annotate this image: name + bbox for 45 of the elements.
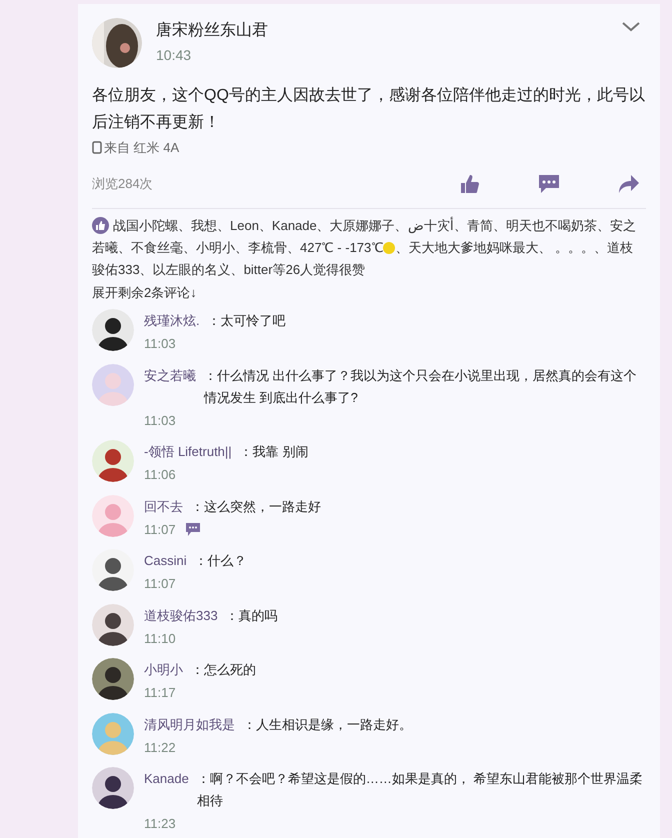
- comment-time: 11:10: [144, 630, 176, 648]
- author-name[interactable]: 唐宋粉丝东山君: [156, 20, 608, 42]
- likes-text: 战国小陀螺、我想、Leon、Kanade、大原娜娜子、ض十灾أ、青简、明天也不喝奶茶、安之: [113, 216, 636, 236]
- post-text: 各位朋友，这个QQ号的主人因故去世了，感谢各位陪伴他走过的时光，此号以后注销不再更新！: [92, 86, 646, 133]
- chevron-down-icon[interactable]: [622, 22, 640, 32]
- comment-text: ：什么情况 出什么事了？我以为这个只会在小说里出现，居然真的会有这个情况发生 到底出什么事了?: [204, 366, 638, 406]
- commenter-name[interactable]: 残瑾沐炫.: [144, 310, 200, 332]
- comment-text: ：啊？不会吧？希望这是假的……如果是真的， 希望东山君能被那个世界温柔相待: [196, 770, 644, 810]
- comment-text: ：我靠 别闹: [240, 443, 310, 461]
- emoji-icon: [383, 242, 396, 254]
- expand-comments-link[interactable]: 展开剩余2条评论↓: [92, 282, 197, 302]
- comment-text: ：人生相识是缘，一路走好。: [243, 716, 413, 734]
- comment-icon[interactable]: [538, 174, 560, 194]
- likes-text: 、天大地大爹地妈咪最大、 。。。、道枝: [395, 238, 633, 256]
- comment-time: 11:03: [144, 335, 176, 353]
- comment-time: 11:17: [144, 684, 176, 702]
- comment-time: 11:06: [144, 466, 176, 484]
- thumbs-up-icon[interactable]: [460, 174, 480, 194]
- likes-text: 骏佑333、以左眼的名义、bitter等26人觉得很赞: [92, 260, 366, 278]
- commenter-name[interactable]: Cassini: [144, 550, 187, 572]
- commenter-name[interactable]: Kanade: [144, 768, 189, 812]
- comment-time: 11:07: [144, 520, 176, 538]
- comment-time: 11:22: [144, 738, 176, 756]
- commenter-name[interactable]: 回不去: [144, 496, 183, 518]
- commenter-name[interactable]: 安之若曦: [144, 364, 196, 408]
- comment-time: 11:23: [144, 815, 176, 833]
- view-count: 浏览284次: [92, 174, 154, 193]
- commenter-name[interactable]: -领悟 Lifetruth||: [144, 441, 232, 463]
- comment-time: 11:03: [144, 412, 176, 430]
- phone-icon: [92, 141, 102, 154]
- comment-text: ：这么突然，一路走好: [191, 498, 322, 516]
- comment-text: ：怎么死的: [191, 661, 257, 679]
- likes-text: 若曦、不食丝毫、小明小、李梳骨、427℃ - -173℃: [92, 238, 384, 256]
- commenter-name[interactable]: 小明小: [144, 659, 183, 681]
- comment-text: ：真的吗: [226, 606, 279, 624]
- commenter-name[interactable]: 道枝骏佑333: [144, 604, 218, 626]
- commenter-name[interactable]: 清风明月如我是: [144, 714, 235, 736]
- device-label: 来自 红米 4A: [104, 139, 180, 157]
- comment-time: 11:07: [144, 575, 176, 593]
- thumbs-up-icon: [92, 217, 109, 234]
- comment-text: ：什么？: [194, 552, 248, 570]
- comment-icon[interactable]: [186, 522, 200, 536]
- share-icon[interactable]: [618, 174, 640, 194]
- post-time: 10:43: [156, 46, 192, 65]
- comment-text: ：太可怜了吧: [208, 312, 287, 330]
